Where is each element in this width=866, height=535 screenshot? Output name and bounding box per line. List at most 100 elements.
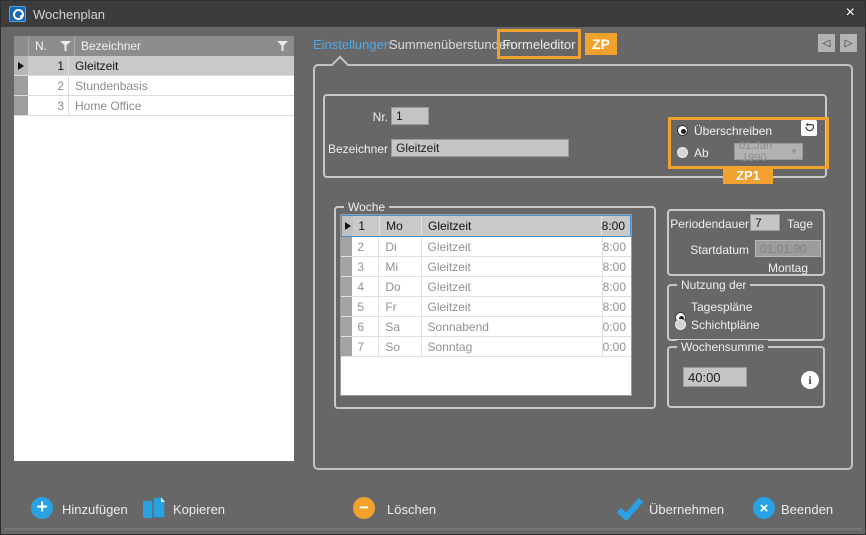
woche-legend: Woche: [344, 200, 389, 214]
row-marker-cell: [14, 76, 28, 95]
ab-label: Ab: [694, 146, 709, 160]
cell-tagesplan: Gleitzeit: [422, 257, 603, 276]
window-title: Wochenplan: [33, 7, 105, 22]
chevron-down-icon: ▼: [790, 147, 798, 156]
filter-funnel-icon[interactable]: [60, 41, 71, 51]
cell-time: 8:00: [603, 277, 631, 296]
cell-time: 8:00: [603, 237, 631, 256]
add-button[interactable]: Hinzufügen: [62, 502, 128, 517]
list-row[interactable]: 3 Home Office: [14, 96, 294, 116]
copy-button[interactable]: Kopieren: [173, 502, 225, 517]
tab-scroll-right-button[interactable]: ▷: [840, 34, 857, 52]
periodendauer-input[interactable]: 7: [750, 214, 780, 231]
nr-input[interactable]: 1: [391, 107, 429, 125]
apply-button[interactable]: Übernehmen: [649, 502, 724, 517]
tab-scroll-left-button[interactable]: ◁: [818, 34, 835, 52]
nr-label: Nr.: [328, 110, 388, 124]
row-marker-cell: [341, 257, 352, 276]
row-marker-cell: [341, 317, 352, 336]
cell-n: 1: [28, 56, 69, 75]
app-clock-icon: [9, 6, 26, 22]
ab-radio[interactable]: [677, 147, 688, 158]
wochensumme-legend: Wochensumme: [677, 340, 768, 354]
cell-day-nr: 5: [352, 297, 379, 316]
cell-tagesplan: Gleitzeit: [422, 277, 603, 296]
column-bezeichner-label: Bezeichner: [81, 39, 141, 53]
close-icon[interactable]: ×: [846, 5, 855, 21]
list-row[interactable]: 2 Stundenbasis: [14, 76, 294, 96]
startdatum-input: 01.01.90: [755, 240, 821, 257]
current-row-arrow-icon: [18, 62, 24, 70]
woche-row[interactable]: 2 Di Gleitzeit 8:00: [341, 237, 631, 257]
apply-check-icon[interactable]: [617, 498, 643, 525]
delete-icon[interactable]: −: [353, 497, 375, 519]
cell-tagesplan: Gleitzeit: [422, 216, 602, 236]
tab-formeleditor-label: Formeleditor: [503, 37, 576, 52]
cell-day: Mo: [380, 216, 422, 236]
woche-row[interactable]: 4 Do Gleitzeit 8:00: [341, 277, 631, 297]
row-marker-cell: [342, 216, 353, 236]
cell-n: 3: [28, 96, 69, 115]
tab-summenueberstunden[interactable]: Summenüberstunden: [389, 37, 513, 52]
copy-icon[interactable]: [141, 495, 167, 526]
quit-icon[interactable]: ×: [753, 497, 775, 519]
cell-time: 8:00: [603, 257, 631, 276]
row-marker-cell: [341, 337, 352, 356]
cell-bezeichner: Gleitzeit: [69, 56, 294, 75]
cell-time: 8:00: [602, 216, 630, 236]
startdatum-label: Startdatum: [673, 243, 749, 257]
cell-day: So: [379, 337, 421, 356]
window-bottom-edge: [4, 528, 862, 530]
tage-label: Tage: [787, 217, 813, 231]
woche-row[interactable]: 5 Fr Gleitzeit 8:00: [341, 297, 631, 317]
column-header-bezeichner[interactable]: Bezeichner: [75, 36, 294, 56]
row-marker-cell: [341, 297, 352, 316]
current-row-arrow-icon: [345, 222, 351, 230]
history-undo-icon[interactable]: [801, 120, 817, 136]
row-marker-cell: [14, 96, 28, 115]
woche-row[interactable]: 6 Sa Sonnabend 0:00: [341, 317, 631, 337]
tab-einstellungen[interactable]: Einstellungen: [313, 37, 391, 52]
zp-annotation-badge: ZP: [585, 33, 617, 55]
cell-day: Sa: [379, 317, 421, 336]
cell-day: Do: [379, 277, 421, 296]
woche-row[interactable]: 1 Mo Gleitzeit 8:00: [341, 215, 631, 237]
tab-formeleditor-annotated[interactable]: Formeleditor: [497, 29, 581, 59]
filter-funnel-icon[interactable]: [277, 41, 288, 51]
title-bar: Wochenplan ×: [1, 1, 865, 27]
ueberschreiben-label: Überschreiben: [694, 124, 772, 138]
wochenplan-dialog: Wochenplan × N. Bezeichner 1 Gleitzeit 2…: [0, 0, 866, 535]
cell-tagesplan: Gleitzeit: [422, 237, 603, 256]
cell-time: 0:00: [603, 317, 631, 336]
wochensumme-input: 40:00: [683, 367, 747, 387]
bezeichner-label: Bezeichner: [318, 142, 388, 156]
woche-table: 1 Mo Gleitzeit 8:00 2 Di Gleitzeit 8:00 …: [340, 214, 632, 396]
ab-date-combobox[interactable]: 01.Jan .1990 ▼: [734, 143, 803, 160]
add-icon[interactable]: +: [31, 497, 53, 519]
cell-day: Fr: [379, 297, 421, 316]
list-header-gutter: [14, 36, 29, 56]
row-marker-cell: [341, 277, 352, 296]
schichtplaene-radio[interactable]: [675, 319, 686, 330]
schichtplaene-label: Schichtpläne: [691, 318, 760, 332]
cell-bezeichner: Stundenbasis: [69, 76, 294, 95]
tagesplaene-label: Tagespläne: [691, 300, 752, 314]
ab-date-value: 01.Jan .1990: [739, 140, 790, 164]
cell-tagesplan: Sonntag: [422, 337, 603, 356]
delete-button[interactable]: Löschen: [387, 502, 436, 517]
woche-row[interactable]: 7 So Sonntag 0:00: [341, 337, 631, 357]
cell-time: 0:00: [603, 337, 631, 356]
cell-tagesplan: Sonnabend: [422, 317, 603, 336]
column-header-n[interactable]: N.: [29, 36, 75, 56]
ueberschreiben-radio[interactable]: [677, 125, 688, 136]
zp1-annotation-badge: ZP1: [723, 167, 773, 184]
info-icon[interactable]: i: [801, 371, 819, 389]
wochenplan-list: N. Bezeichner 1 Gleitzeit 2 Stundenbasis…: [14, 36, 294, 461]
row-marker-cell: [341, 237, 352, 256]
cell-bezeichner: Home Office: [69, 96, 294, 115]
list-row[interactable]: 1 Gleitzeit: [14, 56, 294, 76]
woche-row[interactable]: 3 Mi Gleitzeit 8:00: [341, 257, 631, 277]
quit-button[interactable]: Beenden: [781, 502, 833, 517]
bezeichner-input[interactable]: Gleitzeit: [391, 139, 569, 157]
periodendauer-label: Periodendauer: [669, 217, 749, 231]
